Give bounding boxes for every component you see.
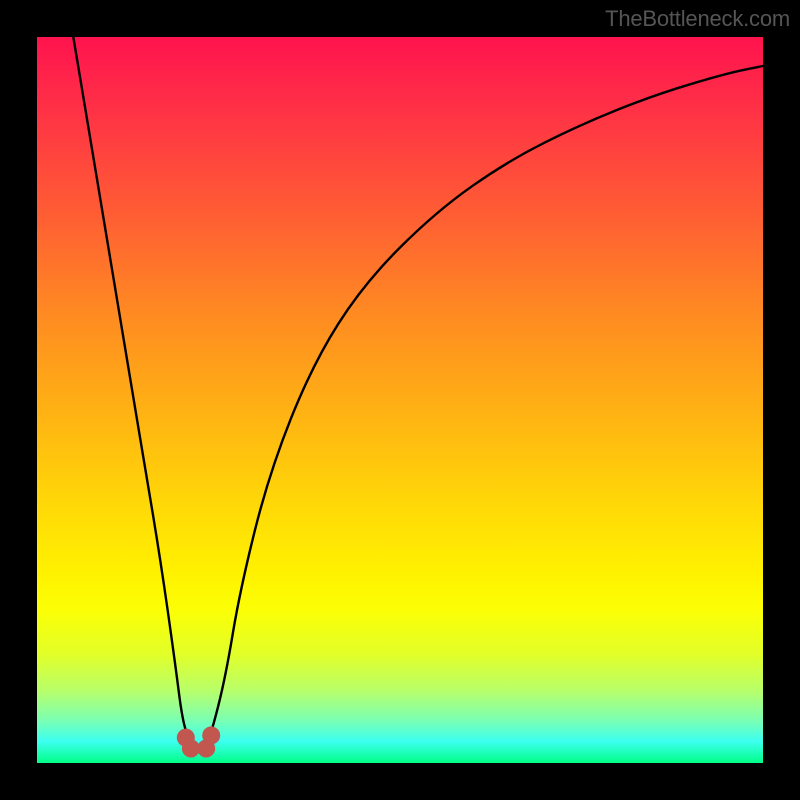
bottleneck-curve [73, 37, 763, 749]
plot-area [37, 37, 763, 763]
chart-svg [37, 37, 763, 763]
valley-markers [177, 726, 220, 757]
watermark-text: TheBottleneck.com [605, 6, 790, 32]
valley-marker-right [202, 726, 220, 744]
chart-frame: TheBottleneck.com [0, 0, 800, 800]
